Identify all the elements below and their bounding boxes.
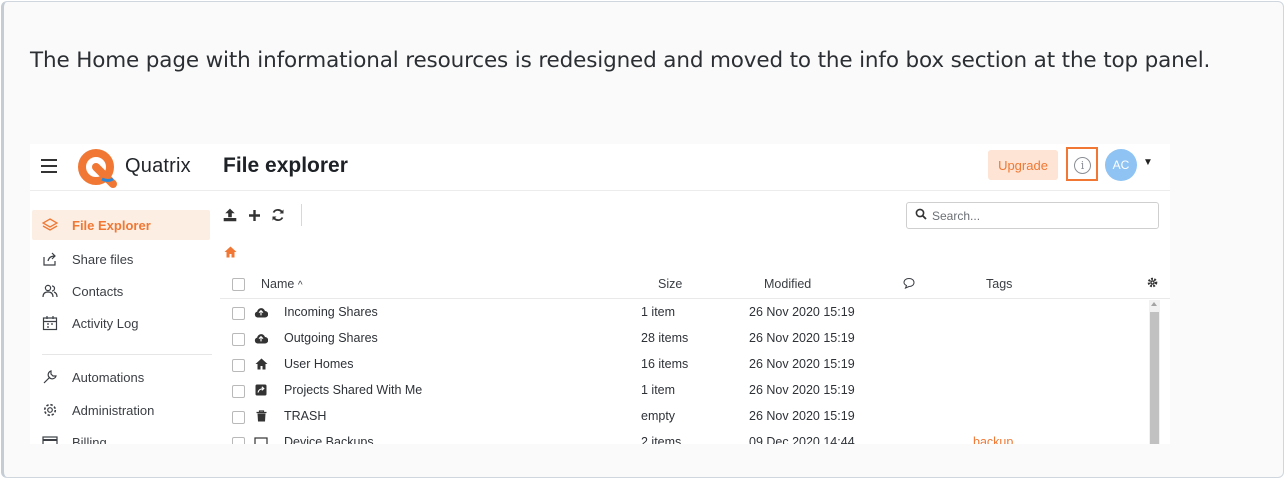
table-row[interactable]: User Homes 16 items 26 Nov 2020 15:19 [220, 352, 1145, 378]
sidebar-item-activity-log[interactable]: Activity Log [32, 308, 210, 338]
sidebar-item-label: Share files [72, 251, 134, 267]
search-input[interactable]: Search... [906, 202, 1159, 229]
card-icon [42, 434, 58, 444]
table-row[interactable]: TRASH empty 26 Nov 2020 15:19 [220, 404, 1145, 430]
info-box-button[interactable]: i [1066, 147, 1098, 181]
search-icon [915, 208, 927, 223]
file-explorer-main: Search... Name ^ Size Modified Tags Inco… [220, 190, 1170, 444]
column-name-header[interactable]: Name ^ [261, 277, 303, 291]
file-tag[interactable]: backup [973, 435, 1013, 444]
gear-icon[interactable] [1147, 276, 1158, 291]
file-modified: 26 Nov 2020 15:19 [749, 357, 855, 371]
file-name[interactable]: Device Backups [284, 435, 374, 444]
quatrix-logo [78, 149, 117, 188]
device-icon [254, 435, 268, 444]
sidebar-item-label: Administration [72, 402, 155, 418]
file-name[interactable]: Incoming Shares [284, 305, 378, 319]
breadcrumb[interactable] [224, 246, 237, 261]
table-header: Name ^ Size Modified Tags [220, 270, 1170, 299]
table-scrollbar[interactable] [1149, 300, 1160, 444]
file-name[interactable]: Outgoing Shares [284, 331, 378, 345]
refresh-icon[interactable] [271, 208, 285, 222]
file-modified: 26 Nov 2020 15:19 [749, 383, 855, 397]
sidebar-item-label: Billing [72, 434, 107, 445]
sidebar-item-label: Contacts [72, 283, 124, 299]
sidebar-item-administration[interactable]: Administration [32, 395, 210, 425]
avatar[interactable]: AC [1105, 149, 1137, 181]
row-checkbox[interactable] [232, 307, 245, 320]
contacts-icon [42, 283, 58, 299]
comment-icon[interactable] [903, 277, 915, 292]
info-icon: i [1074, 157, 1091, 174]
calendar-icon [42, 315, 58, 331]
scrollbar-thumb[interactable] [1150, 312, 1159, 444]
sidebar-item-contacts[interactable]: Contacts [32, 276, 210, 306]
share-icon [42, 251, 58, 267]
sidebar-item-file-explorer[interactable]: File Explorer [32, 210, 210, 240]
column-tags-header[interactable]: Tags [986, 277, 1012, 291]
brand-name: Quatrix [125, 155, 191, 177]
row-checkbox[interactable] [232, 333, 245, 346]
sidebar-item-label: Automations [72, 369, 145, 385]
shared-folder-icon [254, 383, 268, 397]
app-screenshot: Quatrix File explorer Upgrade i AC ▼ Fil… [30, 144, 1170, 444]
sidebar-item-automations[interactable]: Automations [32, 362, 210, 392]
wrench-icon [42, 369, 58, 385]
sidebar: File Explorer Share files Contacts Activ… [30, 190, 212, 444]
column-modified-header[interactable]: Modified [764, 277, 811, 291]
file-name[interactable]: TRASH [284, 409, 326, 423]
sidebar-item-label: Activity Log [72, 315, 139, 331]
top-panel: Quatrix File explorer Upgrade i AC ▼ [30, 144, 1170, 191]
scroll-up-icon[interactable] [1151, 302, 1157, 306]
sidebar-item-label: File Explorer [72, 217, 151, 233]
file-modified: 09 Dec 2020 14:44 [749, 435, 855, 444]
file-size: 2 items [641, 435, 682, 444]
file-size: 1 item [641, 305, 676, 319]
select-all-checkbox[interactable] [232, 278, 245, 291]
upgrade-button[interactable]: Upgrade [988, 150, 1058, 180]
hamburger-menu-icon[interactable] [41, 159, 57, 173]
table-row[interactable]: Projects Shared With Me 1 item 26 Nov 20… [220, 378, 1145, 404]
table-row[interactable]: Outgoing Shares 28 items 26 Nov 2020 15:… [220, 326, 1145, 352]
table-row[interactable]: Incoming Shares 1 item 26 Nov 2020 15:19 [220, 300, 1145, 326]
layers-icon [42, 217, 58, 233]
page-title: File explorer [223, 154, 348, 177]
file-modified: 26 Nov 2020 15:19 [749, 331, 855, 345]
file-name[interactable]: User Homes [284, 357, 353, 371]
row-checkbox[interactable] [232, 411, 245, 424]
toolbar-divider [301, 204, 302, 226]
search-placeholder: Search... [932, 208, 981, 223]
file-modified: 26 Nov 2020 15:19 [749, 409, 855, 423]
home-icon [224, 246, 237, 258]
file-size: 16 items [641, 357, 689, 371]
sidebar-item-share-files[interactable]: Share files [32, 244, 210, 274]
row-checkbox[interactable] [232, 359, 245, 372]
file-modified: 26 Nov 2020 15:19 [749, 305, 855, 319]
cloud-icon [254, 305, 268, 319]
row-checkbox[interactable] [232, 437, 245, 444]
trash-icon [254, 409, 268, 423]
file-size: empty [641, 409, 676, 423]
file-size: 28 items [641, 331, 689, 345]
sidebar-item-billing[interactable]: Billing [32, 427, 210, 444]
home-icon [254, 357, 268, 371]
sort-ascending-icon: ^ [297, 280, 303, 291]
sidebar-divider [42, 354, 212, 355]
toolbar [223, 204, 302, 226]
upload-icon[interactable] [223, 208, 237, 222]
cloud-icon [254, 331, 268, 345]
intro-text: The Home page with informational resourc… [30, 48, 1211, 73]
gear-icon [42, 402, 58, 418]
row-checkbox[interactable] [232, 385, 245, 398]
file-name[interactable]: Projects Shared With Me [284, 383, 422, 397]
table-row[interactable]: Device Backups 2 items 09 Dec 2020 14:44… [220, 430, 1145, 444]
plus-icon[interactable] [247, 208, 261, 222]
column-size-header[interactable]: Size [658, 277, 682, 291]
file-size: 1 item [641, 383, 676, 397]
chevron-down-icon[interactable]: ▼ [1143, 157, 1153, 168]
